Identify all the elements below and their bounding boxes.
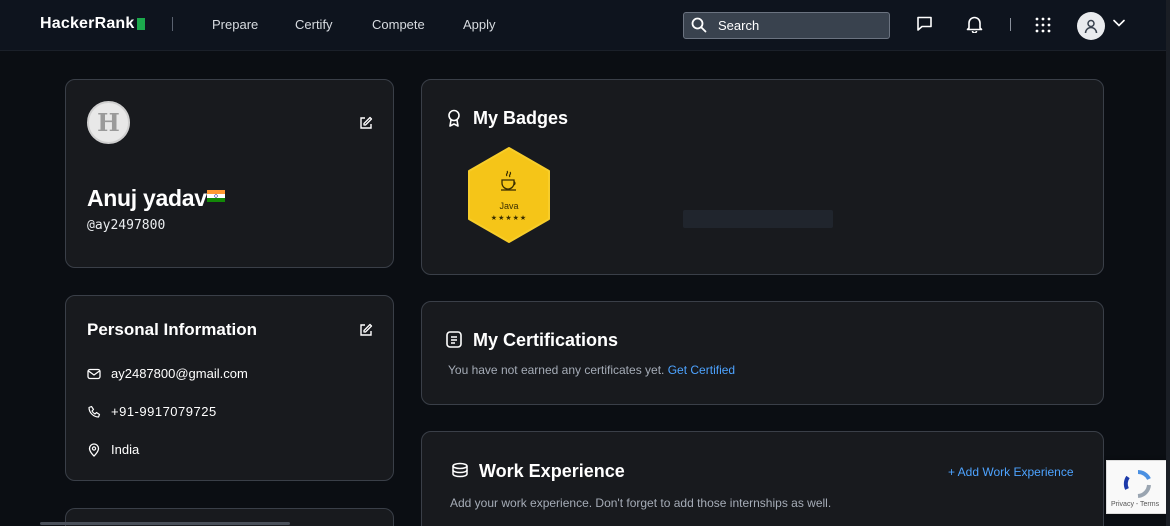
nav-divider-right xyxy=(1010,18,1011,31)
user-icon xyxy=(1084,19,1098,34)
get-certified-link[interactable]: Get Certified xyxy=(668,363,735,377)
user-avatar-button[interactable] xyxy=(1077,12,1105,40)
my-badges-card: My Badges Java ★★★★★ xyxy=(421,79,1104,275)
recaptcha-terms[interactable]: Privacy - Terms xyxy=(1111,501,1159,508)
work-experience-card: Work Experience + Add Work Experience Ad… xyxy=(421,431,1104,526)
apps-grid-icon[interactable] xyxy=(1035,17,1051,33)
location-pin-icon xyxy=(88,442,100,457)
vertical-scrollbar[interactable] xyxy=(1166,0,1170,526)
location-row: India xyxy=(87,442,139,457)
award-icon xyxy=(448,109,460,127)
search-box[interactable] xyxy=(683,12,890,39)
badge-stars: ★★★★★ xyxy=(490,215,528,222)
phone-row: +91-9917079725 xyxy=(87,404,217,419)
mail-icon xyxy=(87,368,101,379)
my-certifications-title: My Certifications xyxy=(473,330,619,350)
profile-card: H Anuj yadav @ay2497800 xyxy=(65,79,394,268)
chat-icon[interactable] xyxy=(916,15,933,32)
nav-link-prepare[interactable]: Prepare xyxy=(212,17,258,32)
search-icon xyxy=(691,17,707,33)
java-badge-hexagon xyxy=(468,147,550,243)
personal-information-title: Personal Information xyxy=(87,320,258,339)
badge-label: Java xyxy=(499,201,519,211)
phone-value: +91-9917079725 xyxy=(111,404,217,419)
personal-information-card: Personal Information ay2487800@gmail.com… xyxy=(65,295,394,481)
logo-text: HackerRank xyxy=(40,15,135,32)
certifications-empty-message: You have not earned any certificates yet… xyxy=(448,363,665,377)
my-certifications-card: My Certifications You have not earned an… xyxy=(421,301,1104,405)
java-cup-icon xyxy=(501,170,516,191)
work-experience-empty-text: Add your work experience. Don't forget t… xyxy=(450,496,832,510)
email-row: ay2487800@gmail.com xyxy=(87,366,248,381)
profile-name: Anuj yadav xyxy=(87,185,207,211)
nav-link-apply[interactable]: Apply xyxy=(463,17,496,32)
add-work-experience-link[interactable]: + Add Work Experience xyxy=(948,465,1074,479)
nav-link-certify[interactable]: Certify xyxy=(295,17,333,32)
horizontal-scrollbar[interactable] xyxy=(40,522,290,525)
certifications-empty-text: You have not earned any certificates yet… xyxy=(448,363,735,377)
location-value: India xyxy=(111,442,140,457)
email-value: ay2487800@gmail.com xyxy=(111,366,248,381)
nav-divider xyxy=(172,17,173,31)
search-input[interactable] xyxy=(718,13,883,38)
tooltip-ghost xyxy=(683,210,833,228)
logo-mark-icon xyxy=(136,18,145,30)
certificate-icon xyxy=(446,331,462,348)
avatar: H xyxy=(87,101,130,144)
chevron-down-icon[interactable] xyxy=(1113,19,1125,27)
phone-icon xyxy=(88,405,101,418)
notification-bell-icon[interactable] xyxy=(966,15,983,33)
recaptcha-badge[interactable]: Privacy - Terms xyxy=(1106,460,1170,514)
briefcase-stack-icon xyxy=(452,462,468,478)
work-experience-title: Work Experience xyxy=(479,461,625,481)
edit-icon[interactable] xyxy=(359,323,373,337)
my-badges-title: My Badges xyxy=(473,108,569,128)
recaptcha-icon xyxy=(1123,469,1151,498)
edit-icon[interactable] xyxy=(359,116,373,130)
india-flag-icon xyxy=(207,190,225,202)
hackerrank-logo[interactable]: HackerRank xyxy=(40,15,145,33)
nav-link-compete[interactable]: Compete xyxy=(372,17,425,32)
profile-username: @ay2497800 xyxy=(87,218,166,233)
top-navbar: HackerRank Prepare Certify Compete Apply xyxy=(0,0,1170,51)
